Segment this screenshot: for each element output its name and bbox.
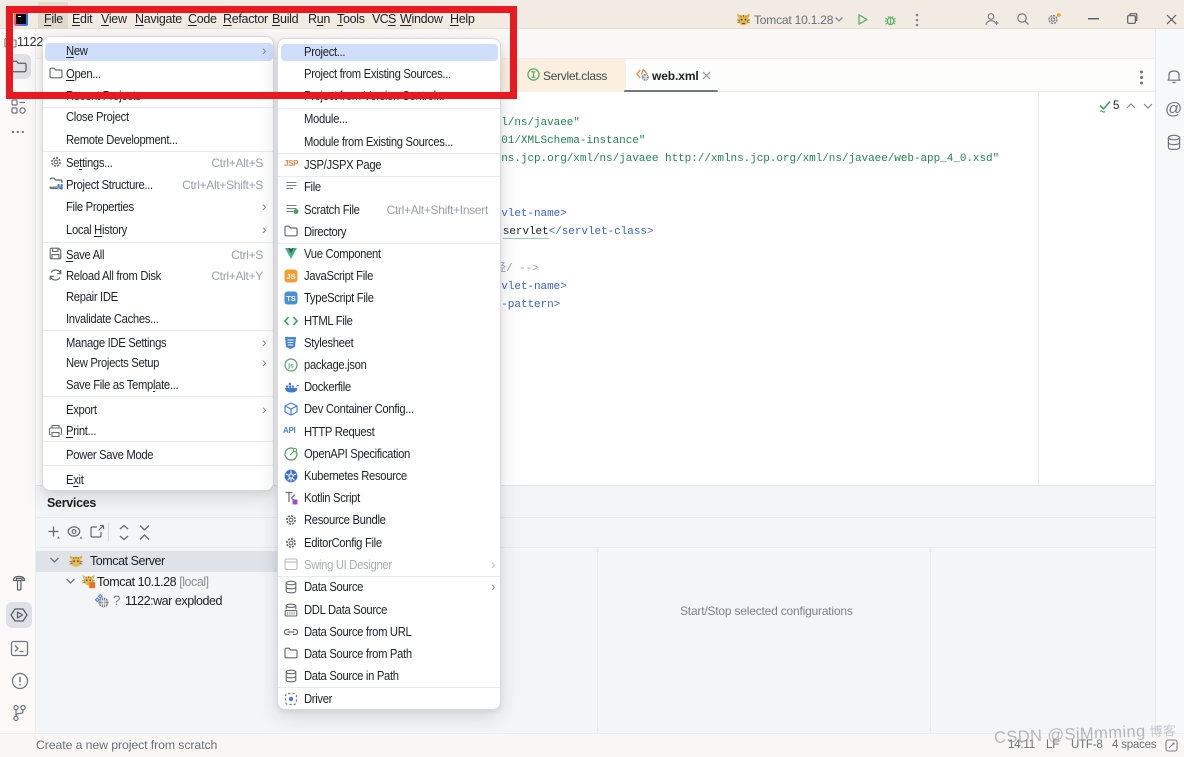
- svg-text:JS: JS: [286, 272, 295, 281]
- svg-text:js: js: [287, 363, 294, 370]
- svg-text:TS: TS: [286, 294, 296, 303]
